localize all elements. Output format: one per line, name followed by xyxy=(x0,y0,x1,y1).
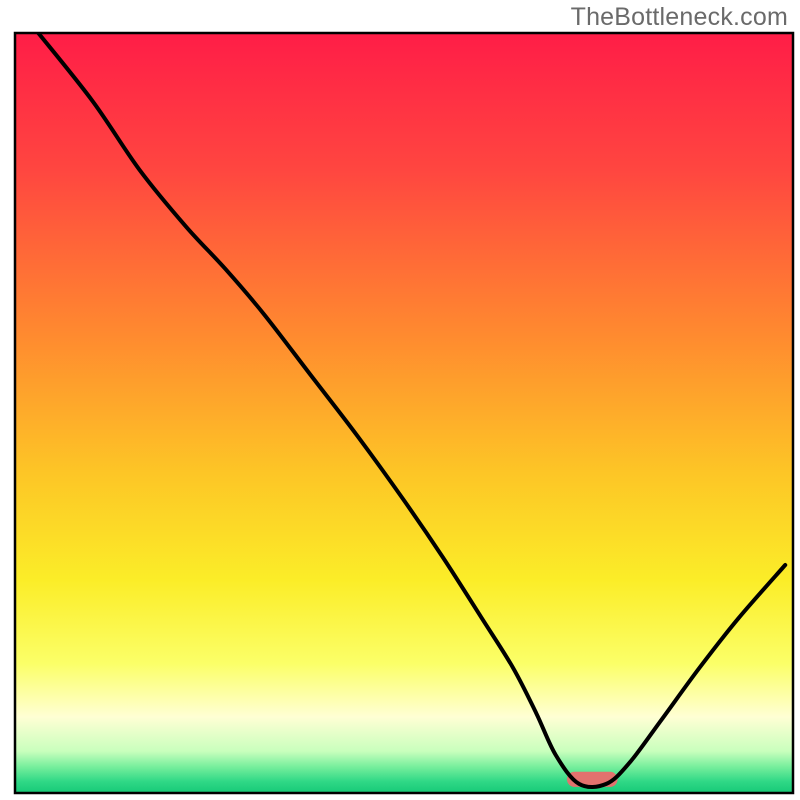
chart-stage: TheBottleneck.com xyxy=(0,0,800,800)
bottleneck-chart xyxy=(0,0,800,800)
gradient-background xyxy=(15,33,793,793)
